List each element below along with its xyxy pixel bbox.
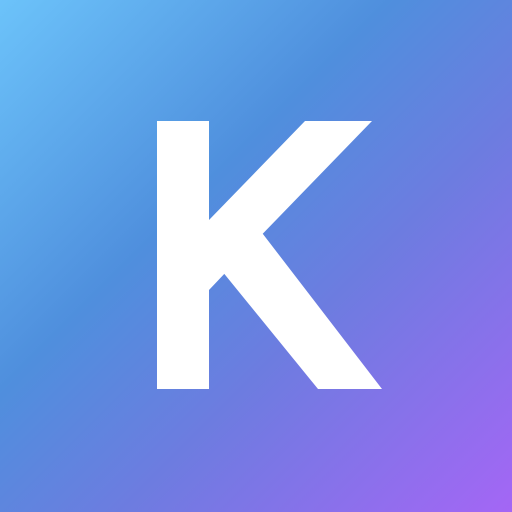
app-logo-tile <box>0 0 512 512</box>
letter-k-icon <box>157 121 382 389</box>
letter-k-stem <box>157 121 209 389</box>
letter-k-lower-leg <box>213 225 382 389</box>
